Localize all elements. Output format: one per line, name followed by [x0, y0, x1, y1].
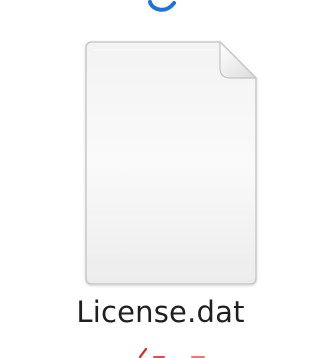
blank-document-icon — [85, 40, 258, 285]
file-item-license-dat[interactable]: License.dat — [0, 0, 321, 358]
cropped-annotation-marks — [138, 347, 205, 358]
file-name-label: License.dat — [76, 295, 245, 329]
